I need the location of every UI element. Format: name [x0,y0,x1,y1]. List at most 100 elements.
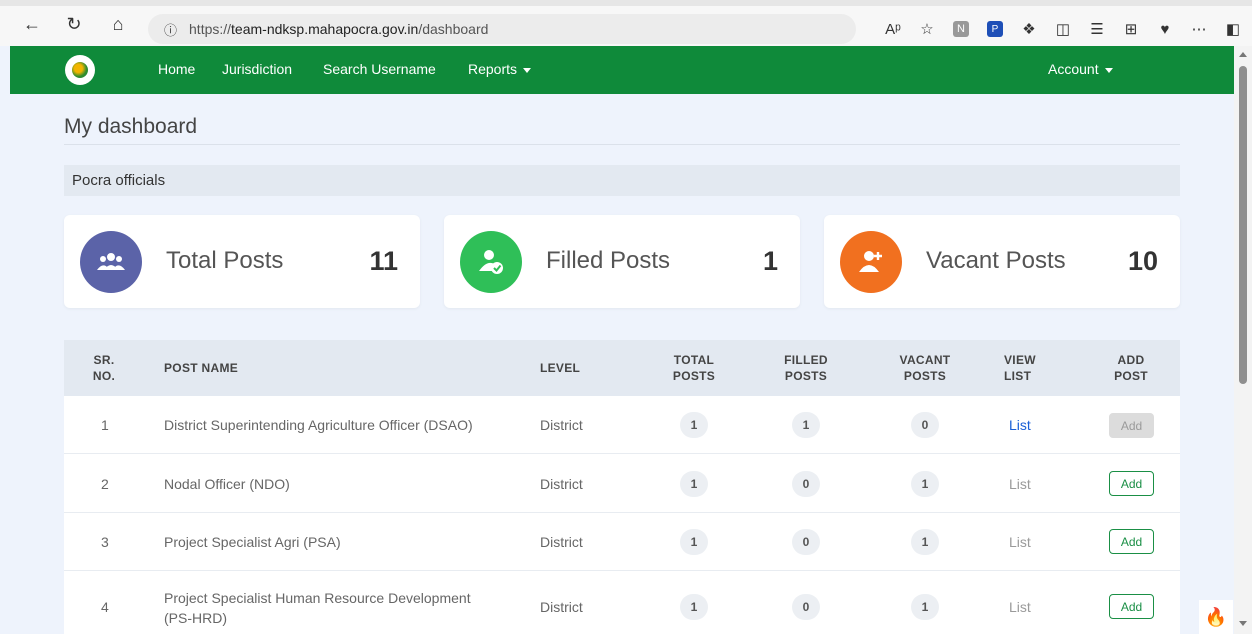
nav-search-username[interactable]: Search Username [323,61,436,77]
sidebar-toggle-icon[interactable]: ◧ [1220,16,1246,42]
view-list-link[interactable]: List [1009,599,1031,615]
page-title: My dashboard [64,115,198,138]
pocra-logo[interactable] [65,55,95,85]
url-host: team-ndksp.mahapocra.gov.in [231,21,419,37]
table-row: 2 Nodal Officer (NDO) District 1 0 1 Lis… [64,454,1180,513]
total-posts-badge: 1 [680,529,708,555]
users-icon [80,231,142,293]
posts-table: SR. NO. POST NAME LEVEL TOTAL POSTS FILLED… [64,340,1180,634]
url-path: /dashboard [418,21,489,37]
refresh-icon[interactable]: ↻ [60,10,88,38]
add-post-button[interactable]: Add [1109,413,1154,438]
filled-posts-badge: 0 [792,594,820,620]
vacant-posts-badge: 1 [911,529,939,555]
browser-health-icon[interactable]: ♥ [1152,16,1178,42]
view-list-link[interactable]: List [1009,417,1031,433]
scroll-down-icon[interactable] [1239,621,1247,626]
user-check-icon [460,231,522,293]
nav-reports[interactable]: Reports [468,61,532,77]
filled-posts-badge: 0 [792,471,820,497]
header-total-posts: TOTAL POSTS [672,353,716,383]
post-name-line: Project Specialist Human Resource Develo… [164,590,471,606]
browser-actions: Aᵖ ☆ N P ❖ ◫ ☰ ⊞ ♥ ⋯ ◧ [880,16,1246,42]
post-name-line: (PS-HRD) [164,610,227,626]
nav-account[interactable]: Account [1048,61,1113,77]
extension-n-icon[interactable]: N [948,16,974,42]
cell-level: District [540,534,583,550]
view-list-link[interactable]: List [1009,534,1031,550]
cell-sr: 2 [101,476,109,492]
header-vacant-posts: VACANT POSTS [899,353,951,383]
vacant-posts-badge: 1 [911,471,939,497]
read-aloud-icon[interactable]: Aᵖ [880,16,906,42]
section-header: Pocra officials [64,165,1180,196]
nav-jurisdiction[interactable]: Jurisdiction [222,61,292,77]
stat-label: Filled Posts [546,247,671,274]
section-title: Pocra officials [72,172,166,189]
flame-icon[interactable]: 🔥 [1199,600,1233,634]
header-view-list: VIEW LIST [1004,353,1036,383]
total-posts-badge: 1 [680,412,708,438]
filled-posts-badge: 1 [792,412,820,438]
add-post-button[interactable]: Add [1109,529,1154,554]
collections-icon[interactable]: ⊞ [1118,16,1144,42]
more-options-icon[interactable]: ⋯ [1186,16,1212,42]
address-bar[interactable]: ⓘ https://team-ndksp.mahapocra.gov.in/da… [148,14,856,44]
stat-label: Total Posts [166,247,284,274]
chevron-down-icon [523,67,532,73]
table-header: SR. NO. POST NAME LEVEL TOTAL POSTS FILLED… [64,340,1180,396]
header-level: LEVEL [540,361,581,375]
site-info-icon[interactable]: ⓘ [164,20,177,39]
cell-post-name: Project Specialist Agri (PSA) [164,534,341,550]
total-posts-badge: 1 [680,471,708,497]
extensions-puzzle-icon[interactable]: ❖ [1016,16,1042,42]
stat-value: 1 [762,246,778,276]
stat-card-vacant-posts: Vacant Posts 10 [824,215,1180,308]
vacant-posts-badge: 0 [911,412,939,438]
stat-value: 10 [1127,246,1158,276]
header-add-post: ADD POST [1114,353,1148,383]
cell-level: District [540,599,583,615]
cell-level: District [540,417,583,433]
view-list-link[interactable]: List [1009,476,1031,492]
header-sr-no: SR. NO. [92,353,116,383]
divider [64,144,1180,145]
stat-card-total-posts: Total Posts 11 [64,215,420,308]
add-post-button[interactable]: Add [1109,471,1154,496]
back-arrow-icon[interactable]: ← [18,10,46,38]
add-post-button[interactable]: Add [1109,594,1154,619]
stat-value: 11 [369,246,398,276]
filled-posts-badge: 0 [792,529,820,555]
nav-account-label: Account [1048,61,1099,77]
cell-post-name: Nodal Officer (NDO) [164,476,290,492]
extension-p-icon[interactable]: P [982,16,1008,42]
header-filled-posts: FILLED POSTS [784,353,828,383]
favorite-star-icon[interactable]: ☆ [914,16,940,42]
scroll-up-icon[interactable] [1239,52,1247,57]
scroll-thumb[interactable] [1239,66,1247,384]
favorites-list-icon[interactable]: ☰ [1084,16,1110,42]
cell-sr: 1 [101,417,109,433]
cell-post-name: District Superintending Agriculture Offi… [164,417,473,433]
split-screen-icon[interactable]: ◫ [1050,16,1076,42]
cell-sr: 3 [101,534,109,550]
home-icon[interactable]: ⌂ [104,10,132,38]
header-post-name: POST NAME [164,361,239,375]
table-row: 4 Project Specialist Human Resource Deve… [64,571,1180,634]
chevron-down-icon [1104,67,1113,73]
user-plus-icon [840,231,902,293]
cell-post-name: Project Specialist Human Resource Develo… [164,588,471,628]
page-scrollbar[interactable] [1234,46,1252,634]
browser-toolbar: ← ↻ ⌂ ⓘ https://team-ndksp.mahapocra.gov… [0,0,1252,46]
cell-level: District [540,476,583,492]
table-row: 3 Project Specialist Agri (PSA) District… [64,513,1180,571]
vacant-posts-badge: 1 [911,594,939,620]
stat-card-filled-posts: Filled Posts 1 [444,215,800,308]
table-row: 1 District Superintending Agriculture Of… [64,396,1180,454]
stat-label: Vacant Posts [926,247,1066,274]
leaf-logo-icon [72,62,88,78]
nav-home[interactable]: Home [158,61,195,77]
url-prefix: https:// [189,21,232,37]
nav-reports-label: Reports [468,61,518,77]
total-posts-badge: 1 [680,594,708,620]
